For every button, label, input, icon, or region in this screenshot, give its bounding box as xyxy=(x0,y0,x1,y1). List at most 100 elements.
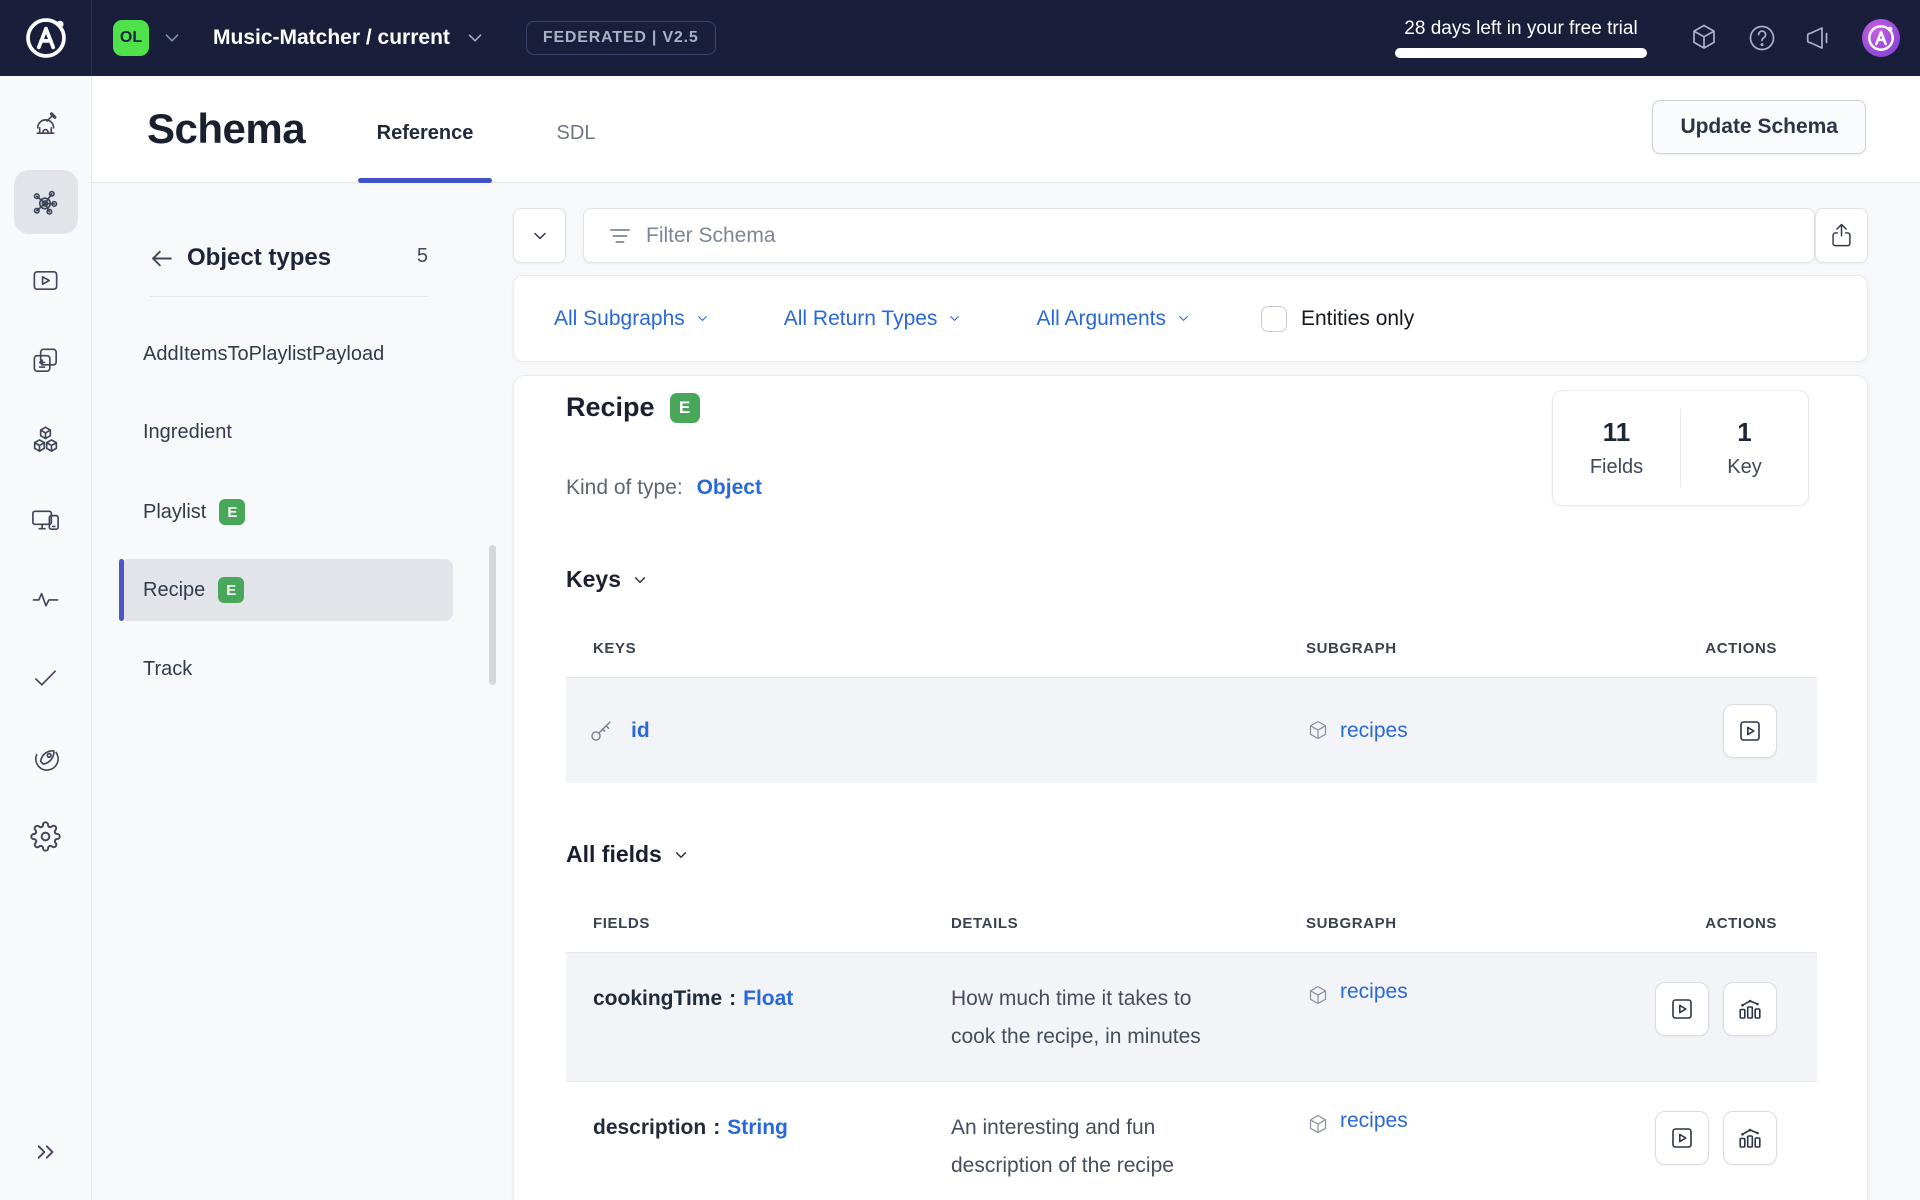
graph-chevron-down-icon[interactable] xyxy=(464,27,486,49)
chevron-down-icon xyxy=(672,846,690,864)
all-return-types-dropdown[interactable]: All Return Types xyxy=(784,307,963,331)
filter-dropdown-button[interactable] xyxy=(513,208,566,263)
apollo-logo[interactable] xyxy=(0,0,92,76)
all-subgraphs-dropdown[interactable]: All Subgraphs xyxy=(554,307,710,331)
selected-accent-bar xyxy=(119,559,124,621)
field-details-cell: An interesting and fun description of th… xyxy=(951,1082,1306,1200)
types-scrollbar-thumb[interactable] xyxy=(489,545,496,685)
export-button[interactable] xyxy=(1815,208,1868,263)
col-subgraph: SUBGRAPH xyxy=(1306,640,1617,657)
field-type-link[interactable]: String xyxy=(727,1116,788,1139)
type-item-additemstoplaylistpayload[interactable]: AddItemsToPlaylistPayload xyxy=(119,323,453,385)
subgraph-cube-icon xyxy=(1306,1113,1330,1137)
studio-cube-icon[interactable] xyxy=(1688,22,1720,54)
nav-insights-pulse-icon[interactable] xyxy=(22,575,70,623)
keys-section-header[interactable]: Keys xyxy=(566,566,649,593)
update-schema-button[interactable]: Update Schema xyxy=(1652,100,1866,154)
type-item-label: Ingredient xyxy=(143,421,232,444)
nav-schema-graph-icon[interactable] xyxy=(22,178,70,226)
help-icon[interactable] xyxy=(1746,22,1778,54)
entity-badge: E xyxy=(219,499,245,525)
subgraph-cell: recipes xyxy=(1306,1082,1617,1200)
chevron-down-icon xyxy=(1176,311,1191,326)
nav-explorer-play-icon[interactable] xyxy=(22,256,70,304)
play-square-icon xyxy=(1736,717,1764,745)
key-cell: id xyxy=(566,717,1306,744)
tab-sdl[interactable]: SDL xyxy=(557,122,596,145)
topbar-right: 28 days left in your free trial xyxy=(1395,0,1920,76)
all-fields-section-header[interactable]: All fields xyxy=(566,841,690,868)
type-item-playlist[interactable]: Playlist E xyxy=(119,481,453,543)
key-stat: 1 Key xyxy=(1681,391,1808,505)
chevron-down-icon xyxy=(530,226,550,246)
kind-label: Kind of type: xyxy=(566,476,683,499)
filter-schema-input[interactable] xyxy=(646,224,1814,248)
all-subgraphs-label: All Subgraphs xyxy=(554,307,685,331)
type-item-label: Track xyxy=(143,658,192,681)
type-item-label: AddItemsToPlaylistPayload xyxy=(143,343,384,366)
type-item-ingredient[interactable]: Ingredient xyxy=(119,401,453,463)
field-type-link[interactable]: Float xyxy=(743,987,793,1010)
announcements-megaphone-icon[interactable] xyxy=(1804,22,1836,54)
all-arguments-label: All Arguments xyxy=(1036,307,1166,331)
trial-progress-bar xyxy=(1395,48,1647,58)
open-in-explorer-button[interactable] xyxy=(1655,1111,1709,1165)
subgraph-link[interactable]: recipes xyxy=(1340,719,1408,743)
nav-changelog-diff-icon[interactable] xyxy=(22,336,70,384)
tab-reference[interactable]: Reference xyxy=(377,122,474,145)
kind-object-link[interactable]: Object xyxy=(697,476,762,499)
filter-lines-icon xyxy=(609,227,631,245)
user-avatar[interactable] xyxy=(1862,19,1900,57)
actions-cell xyxy=(1617,953,1817,1081)
nav-checks-check-icon[interactable] xyxy=(22,653,70,701)
filter-row xyxy=(513,208,1868,263)
graph-title[interactable]: Music-Matcher / current xyxy=(213,26,450,50)
field-description: An interesting and fun description of th… xyxy=(951,1109,1206,1185)
type-item-label: Playlist xyxy=(143,501,206,524)
all-return-types-label: All Return Types xyxy=(784,307,938,331)
field-name: description xyxy=(593,1116,706,1139)
key-id-link[interactable]: id xyxy=(631,719,650,743)
nav-subgraphs-cubes-icon[interactable] xyxy=(22,416,70,464)
type-item-track[interactable]: Track xyxy=(119,638,453,700)
chevron-down-icon xyxy=(695,311,710,326)
type-item-recipe[interactable]: Recipe E xyxy=(119,559,453,621)
left-nav-rail xyxy=(0,76,92,1200)
types-divider xyxy=(150,296,428,297)
subgraph-link[interactable]: recipes xyxy=(1340,980,1408,1004)
org-badge[interactable]: OL xyxy=(113,20,149,56)
play-square-icon xyxy=(1668,995,1696,1023)
chevron-down-icon xyxy=(631,571,649,589)
content-area: Object types 5 AddItemsToPlaylistPayload… xyxy=(92,183,1920,1200)
field-details-cell: How much time it takes to cook the recip… xyxy=(951,953,1306,1081)
page-header: Schema Reference SDL Update Schema xyxy=(92,76,1920,183)
keys-table-header: KEYS SUBGRAPH ACTIONS xyxy=(566,634,1817,662)
nav-launches-rocket-icon[interactable] xyxy=(22,734,70,782)
field-insights-button[interactable] xyxy=(1723,1111,1777,1165)
field-insights-button[interactable] xyxy=(1723,982,1777,1036)
subgraph-cell: recipes xyxy=(1306,719,1617,743)
rail-expand-icon[interactable] xyxy=(22,1128,70,1176)
field-name: cookingTime xyxy=(593,987,722,1010)
col-actions: ACTIONS xyxy=(1617,915,1817,932)
nav-clients-devices-icon[interactable] xyxy=(22,495,70,543)
nav-home-observatory-icon[interactable] xyxy=(22,98,70,146)
all-arguments-dropdown[interactable]: All Arguments xyxy=(1036,307,1191,331)
nav-settings-gear-icon[interactable] xyxy=(22,812,70,860)
field-row-cookingtime: cookingTime:Float How much time it takes… xyxy=(566,953,1817,1081)
avatar-apollo-icon xyxy=(1866,23,1896,53)
key-icon xyxy=(588,717,615,744)
open-in-explorer-button[interactable] xyxy=(1655,982,1709,1036)
entities-only-checkbox[interactable] xyxy=(1261,306,1287,332)
org-chevron-down-icon[interactable] xyxy=(161,27,183,49)
field-description: How much time it takes to cook the recip… xyxy=(951,980,1206,1056)
subgraph-cube-icon xyxy=(1306,984,1330,1008)
chevron-down-icon xyxy=(947,311,962,326)
entities-only-label: Entities only xyxy=(1301,307,1414,331)
federated-version-badge: FEDERATED | V2.5 xyxy=(526,21,716,55)
active-tab-underline xyxy=(358,178,492,183)
subgraph-link[interactable]: recipes xyxy=(1340,1109,1408,1133)
fields-count: 11 xyxy=(1603,417,1631,448)
page-title: Schema xyxy=(147,105,305,153)
open-in-explorer-button[interactable] xyxy=(1723,704,1777,758)
